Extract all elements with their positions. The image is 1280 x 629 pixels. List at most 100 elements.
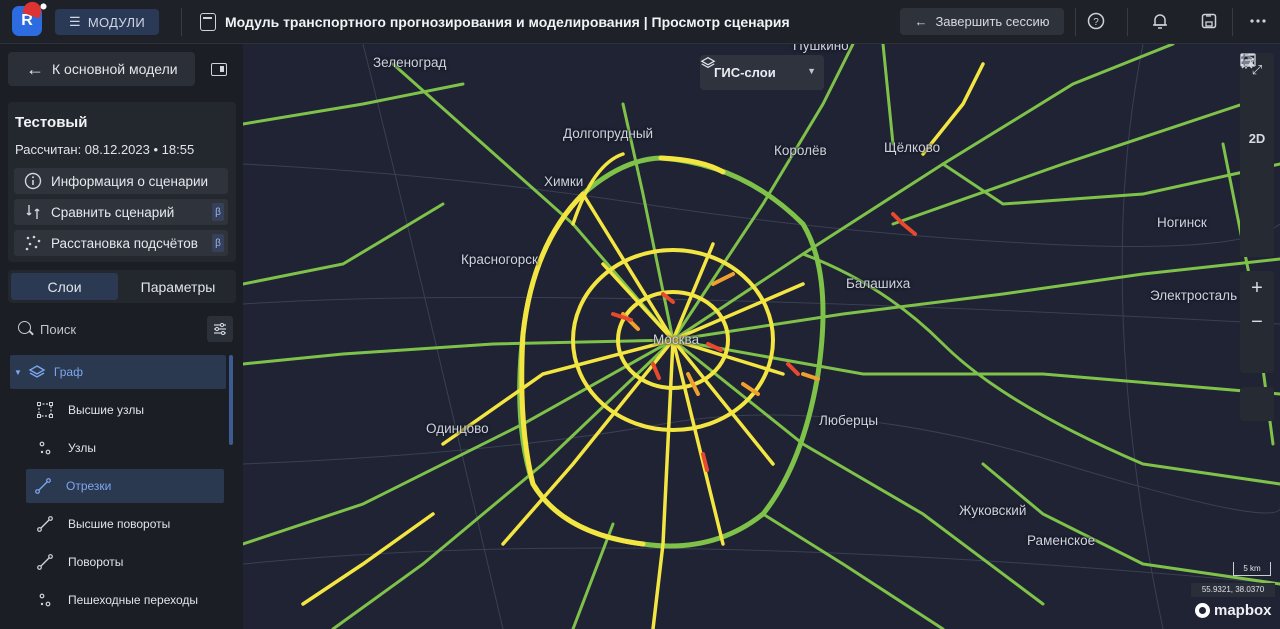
mapbox-logo[interactable]: mapbox <box>1195 602 1272 619</box>
legend-tool <box>1240 53 1274 421</box>
map-label-zelenograd: Зеленоград <box>373 55 447 70</box>
top-bar: R ☰ МОДУЛИ Модуль транспортного прогнози… <box>0 0 1280 44</box>
layer-item-turns[interactable]: Повороты <box>10 545 226 579</box>
map-label-odintsovo: Одинцово <box>426 421 489 436</box>
layer-label: Повороты <box>68 555 124 569</box>
end-session-button[interactable]: ← Завершить сессию <box>900 8 1064 35</box>
selection-icon <box>37 402 53 418</box>
layers-scrollbar[interactable] <box>229 355 233 445</box>
gis-layers-label: ГИС-слои <box>714 65 776 80</box>
layer-item-segments[interactable]: Отрезки <box>26 469 224 503</box>
back-to-main-model-button[interactable]: ← К основной модели <box>8 52 195 86</box>
end-session-label: Завершить сессию <box>935 14 1050 29</box>
layer-item-pedestrian-crossings[interactable]: Пешеходные переходы <box>10 583 226 617</box>
panel-icon <box>211 62 227 76</box>
search-input[interactable] <box>40 319 200 339</box>
beta-badge: β <box>212 203 224 221</box>
compass-icon[interactable] <box>1240 53 1274 189</box>
sidebar-tabs: Слои Параметры <box>8 270 236 303</box>
help-icon[interactable]: ? <box>1085 10 1107 32</box>
layers-icon <box>28 365 46 378</box>
gis-layers-dropdown[interactable]: ГИС-слои ▼ <box>700 55 824 90</box>
map-label-lyubertsy: Люберцы <box>819 413 879 428</box>
map-scale: 5 km <box>1233 562 1271 576</box>
map-label-korolev: Королёв <box>774 143 827 158</box>
road-network <box>243 44 1280 629</box>
divider <box>1232 8 1233 36</box>
image-icon[interactable] <box>1240 53 1274 223</box>
svg-text:?: ? <box>1093 17 1099 28</box>
map-view-tools: ⤢ 2D <box>1240 53 1274 257</box>
save-icon[interactable] <box>1198 10 1220 32</box>
page-title: Модуль транспортного прогнозирования и м… <box>225 14 790 30</box>
zoom-out-icon[interactable]: − <box>1240 305 1274 339</box>
info-icon <box>24 172 42 190</box>
layers-icon <box>700 56 716 69</box>
nodes-icon <box>39 593 51 607</box>
layer-label: Высшие повороты <box>68 517 171 531</box>
scenario-name: Тестовый <box>15 114 88 131</box>
map-label-shchelkovo: Щёлково <box>884 140 941 155</box>
map-label-balashikha: Балашиха <box>846 276 911 291</box>
app-logo[interactable]: R <box>12 0 44 36</box>
zoom-in-icon[interactable]: + <box>1240 271 1274 305</box>
notifications-icon[interactable] <box>1149 10 1171 32</box>
scenario-calculated-date: Рассчитан: 08.12.2023 • 18:55 <box>15 142 195 157</box>
divider <box>1127 8 1128 36</box>
arrow-left-icon: ← <box>914 14 928 29</box>
map-label-elektrostal: Электросталь <box>1150 288 1238 303</box>
map-zoom-tools: + − <box>1240 53 1274 373</box>
map-label-khimki: Химки <box>544 174 584 189</box>
segment-icon <box>37 554 53 570</box>
sliders-icon <box>214 323 226 335</box>
person-icon[interactable] <box>1240 53 1274 257</box>
caret-down-icon: ▼ <box>14 367 22 377</box>
divider <box>181 8 182 36</box>
layer-group-graph[interactable]: ▼ Граф <box>10 355 226 389</box>
layers-tree: ▼ Граф Высшие узлы Узлы Отрезки Высшие п… <box>8 353 236 629</box>
modules-label: МОДУЛИ <box>87 14 146 30</box>
filter-settings-button[interactable] <box>207 316 233 342</box>
layer-item-nodes[interactable]: Узлы <box>10 431 226 465</box>
button-label: Информация о сценарии <box>51 173 209 189</box>
button-label: Сравнить сценарий <box>51 204 175 220</box>
arrow-left-icon: ← <box>26 58 44 79</box>
modules-button[interactable]: ☰ МОДУЛИ <box>55 9 159 35</box>
map-coordinates: 55.9321, 38.0370 <box>1191 583 1275 597</box>
layer-search <box>8 315 236 343</box>
mapbox-label: mapbox <box>1214 602 1272 619</box>
segment-icon <box>35 478 51 494</box>
panel-toggle-button[interactable] <box>203 53 235 85</box>
location-icon[interactable] <box>1240 53 1274 373</box>
map-label-krasnogorsk: Красногорск <box>461 252 538 267</box>
layer-label: Узлы <box>68 441 96 455</box>
layer-item-higher-nodes[interactable]: Высшие узлы <box>10 393 226 427</box>
map-label-dolgoprudny: Долгопрудный <box>563 126 654 141</box>
search-icon <box>18 321 31 334</box>
layer-label: Высшие узлы <box>68 403 144 417</box>
view-2d-button[interactable]: 2D <box>1240 121 1274 155</box>
sidebar: ← К основной модели Тестовый Рассчитан: … <box>0 45 243 629</box>
list-icon: ☰ <box>68 14 81 29</box>
map-label-pushkino: Пушкино <box>793 44 849 53</box>
map-label-zhukovsky: Жуковский <box>959 503 1027 518</box>
back-label: К основной модели <box>52 61 178 77</box>
compare-icon <box>26 205 40 219</box>
layer-label: Отрезки <box>66 479 112 493</box>
divider <box>1075 8 1076 36</box>
layer-item-higher-turns[interactable]: Высшие повороты <box>10 507 226 541</box>
count-placement-button[interactable]: Расстановка подсчётов β <box>14 230 228 256</box>
tab-layers[interactable]: Слои <box>11 273 118 300</box>
compare-scenario-button[interactable]: Сравнить сценарий β <box>14 199 228 225</box>
button-label: Расстановка подсчётов <box>51 235 198 251</box>
map-view[interactable]: Зеленоград Пушкино Долгопрудный Королёв … <box>243 44 1280 629</box>
chevron-down-icon: ▼ <box>807 66 816 76</box>
tab-parameters[interactable]: Параметры <box>123 273 233 300</box>
segment-icon <box>37 516 53 532</box>
legend-icon[interactable] <box>1240 53 1274 421</box>
more-icon[interactable] <box>1247 10 1269 32</box>
nodes-icon <box>39 441 51 455</box>
layer-label: Пешеходные переходы <box>68 593 199 607</box>
scenario-info-button[interactable]: Информация о сценарии <box>14 168 228 194</box>
layers-icon[interactable] <box>1240 54 1274 121</box>
